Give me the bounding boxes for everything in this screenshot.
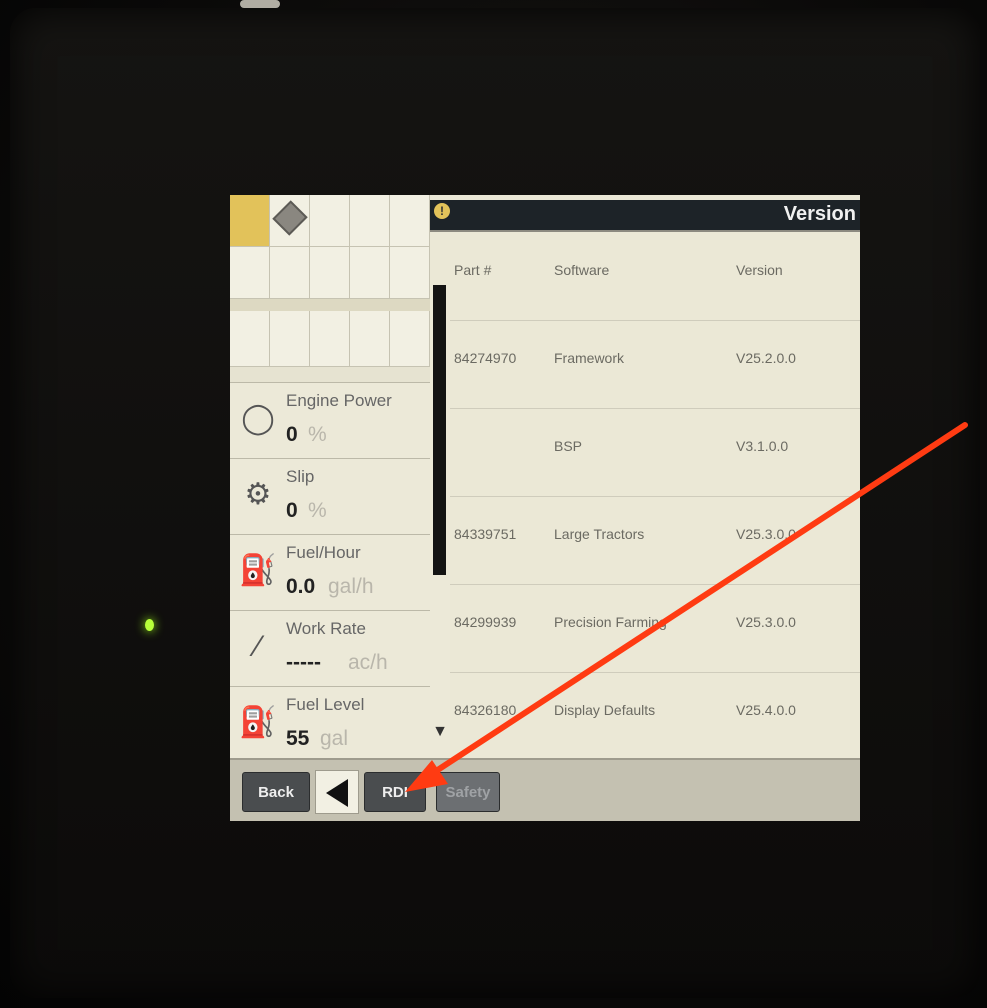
annotation-arrow (405, 422, 968, 792)
